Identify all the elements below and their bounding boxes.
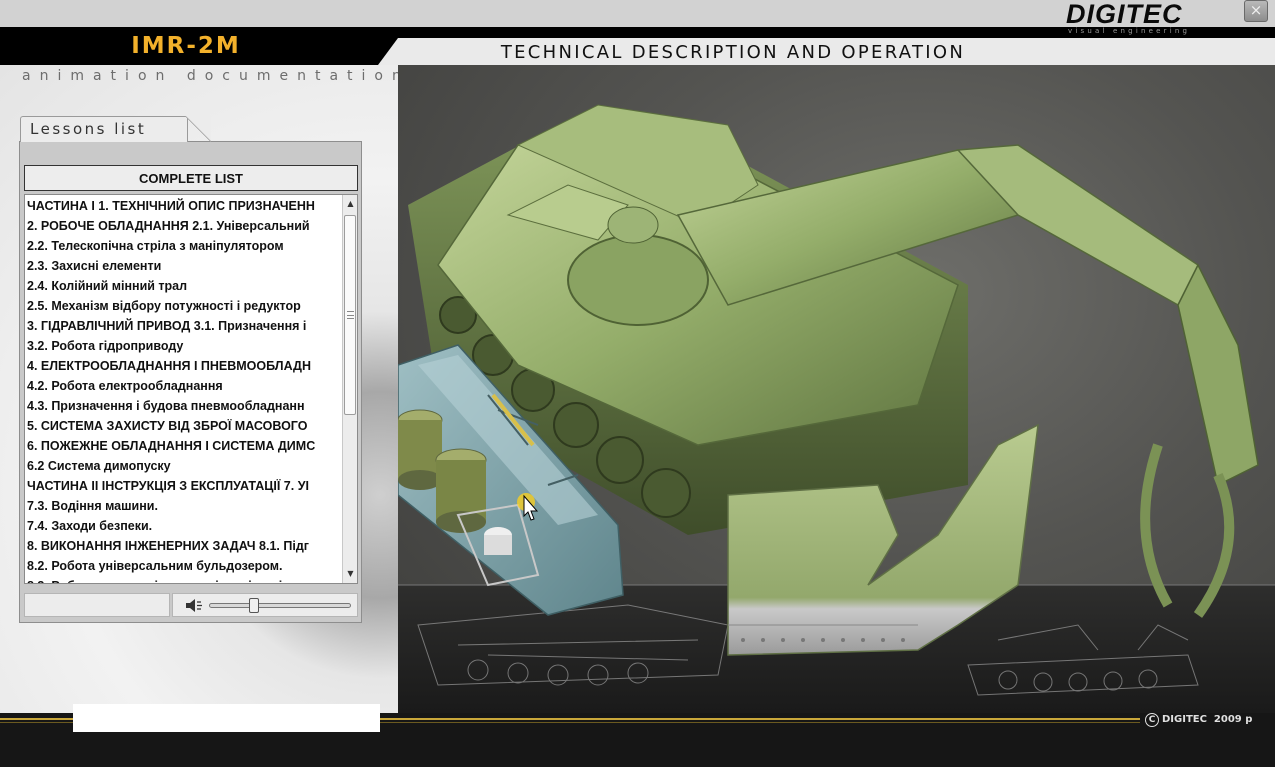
lesson-item[interactable]: 6. ПОЖЕЖНЕ ОБЛАДНАННЯ І СИСТЕМА ДИМС (27, 436, 343, 456)
digitec-logo-word: DIGITEC (1066, 0, 1183, 29)
lesson-item[interactable]: 2.5. Механізм відбору потужності і редук… (27, 296, 343, 316)
speaker-icon[interactable] (185, 598, 203, 613)
lesson-item[interactable]: 2.3. Захисні елементи (27, 256, 343, 276)
lesson-item[interactable]: 4. ЕЛЕКТРООБЛАДНАННЯ І ПНЕВМООБЛАДН (27, 356, 343, 376)
copyright-year: 2009 р (1213, 714, 1253, 725)
scroll-up-icon[interactable]: ▲ (345, 197, 356, 211)
section-title: TECHNICAL DESCRIPTION AND OPERATION (500, 42, 966, 63)
lesson-item[interactable]: 5. СИСТЕМА ЗАХИСТУ ВІД ЗБРОЇ МАСОВОГО (27, 416, 343, 436)
lessons-tab-edge (185, 116, 211, 142)
scrollbar-thumb[interactable] (344, 215, 356, 415)
grip-icon (347, 311, 354, 319)
status-field (24, 593, 170, 617)
volume-control (172, 593, 358, 617)
copyright-notice: C DIGITEC 2009 р (1145, 712, 1252, 728)
vehicle-3d-viewport[interactable] (398, 65, 1275, 713)
copyright-icon: C (1145, 713, 1159, 727)
cursor-icon (517, 493, 539, 521)
lesson-item[interactable]: 3. ГІДРАВЛІЧНИЙ ПРИВОД 3.1. Призначення … (27, 316, 343, 336)
product-subtitle: animation documentation (22, 68, 410, 84)
close-button[interactable]: × (1244, 0, 1268, 22)
lesson-item[interactable]: 2.2. Телескопічна стріла з маніпулятором (27, 236, 343, 256)
lesson-item[interactable]: 8. ВИКОНАННЯ ІНЖЕНЕРНИХ ЗАДАЧ 8.1. Підг (27, 536, 343, 556)
scroll-down-icon[interactable]: ▼ (345, 567, 356, 581)
copyright-brand: DIGITEC (1162, 714, 1207, 725)
lesson-item[interactable]: 8.3. Робота телескопічною стрілою і мані… (27, 576, 343, 583)
vehicle-illustration (398, 104, 1275, 713)
lesson-item[interactable]: 8.2. Робота універсальним бульдозером. (27, 556, 343, 576)
lesson-items: ЧАСТИНА І 1. ТЕХНІЧНИЙ ОПИС ПРИЗНАЧЕНН 2… (27, 196, 343, 583)
lesson-item[interactable]: ЧАСТИНА ІІ ІНСТРУКЦІЯ З ЕКСПЛУАТАЦІЇ 7. … (27, 476, 343, 496)
digitec-logo: DIGITEC visual engineering (1066, 0, 1232, 35)
product-title: IMR-2M (131, 33, 241, 59)
close-icon: × (1249, 1, 1263, 19)
lesson-item[interactable]: 4.2. Робота електрообладнання (27, 376, 343, 396)
header-slant (378, 38, 398, 65)
lessons-tab-label: Lessons list (30, 120, 147, 138)
volume-slider-track[interactable] (209, 603, 351, 608)
lesson-item[interactable]: 4.3. Призначення і будова пневмообладнан… (27, 396, 343, 416)
lesson-item[interactable]: 2. РОБОЧЕ ОБЛАДНАННЯ 2.1. Універсальний (27, 216, 343, 236)
lesson-list-scrollbar[interactable]: ▲ ▼ (342, 195, 357, 583)
digitec-logo-tagline: visual engineering (1068, 27, 1191, 35)
lesson-item[interactable]: 7.4. Заходи безпеки. (27, 516, 343, 536)
lesson-item[interactable]: 2.4. Колійний мінний трал (27, 276, 343, 296)
complete-list-button[interactable]: COMPLETE LIST (24, 165, 358, 191)
lesson-list[interactable]: ЧАСТИНА І 1. ТЕХНІЧНИЙ ОПИС ПРИЗНАЧЕНН 2… (24, 194, 358, 584)
volume-slider-knob[interactable] (248, 598, 259, 613)
timeline-field[interactable] (73, 704, 380, 732)
lesson-item[interactable]: 3.2. Робота гідроприводу (27, 336, 343, 356)
lesson-item[interactable]: 7.3. Водіння машини. (27, 496, 343, 516)
lesson-item[interactable]: 6.2 Система димопуску (27, 456, 343, 476)
lesson-item[interactable]: ЧАСТИНА І 1. ТЕХНІЧНИЙ ОПИС ПРИЗНАЧЕНН (27, 196, 343, 216)
